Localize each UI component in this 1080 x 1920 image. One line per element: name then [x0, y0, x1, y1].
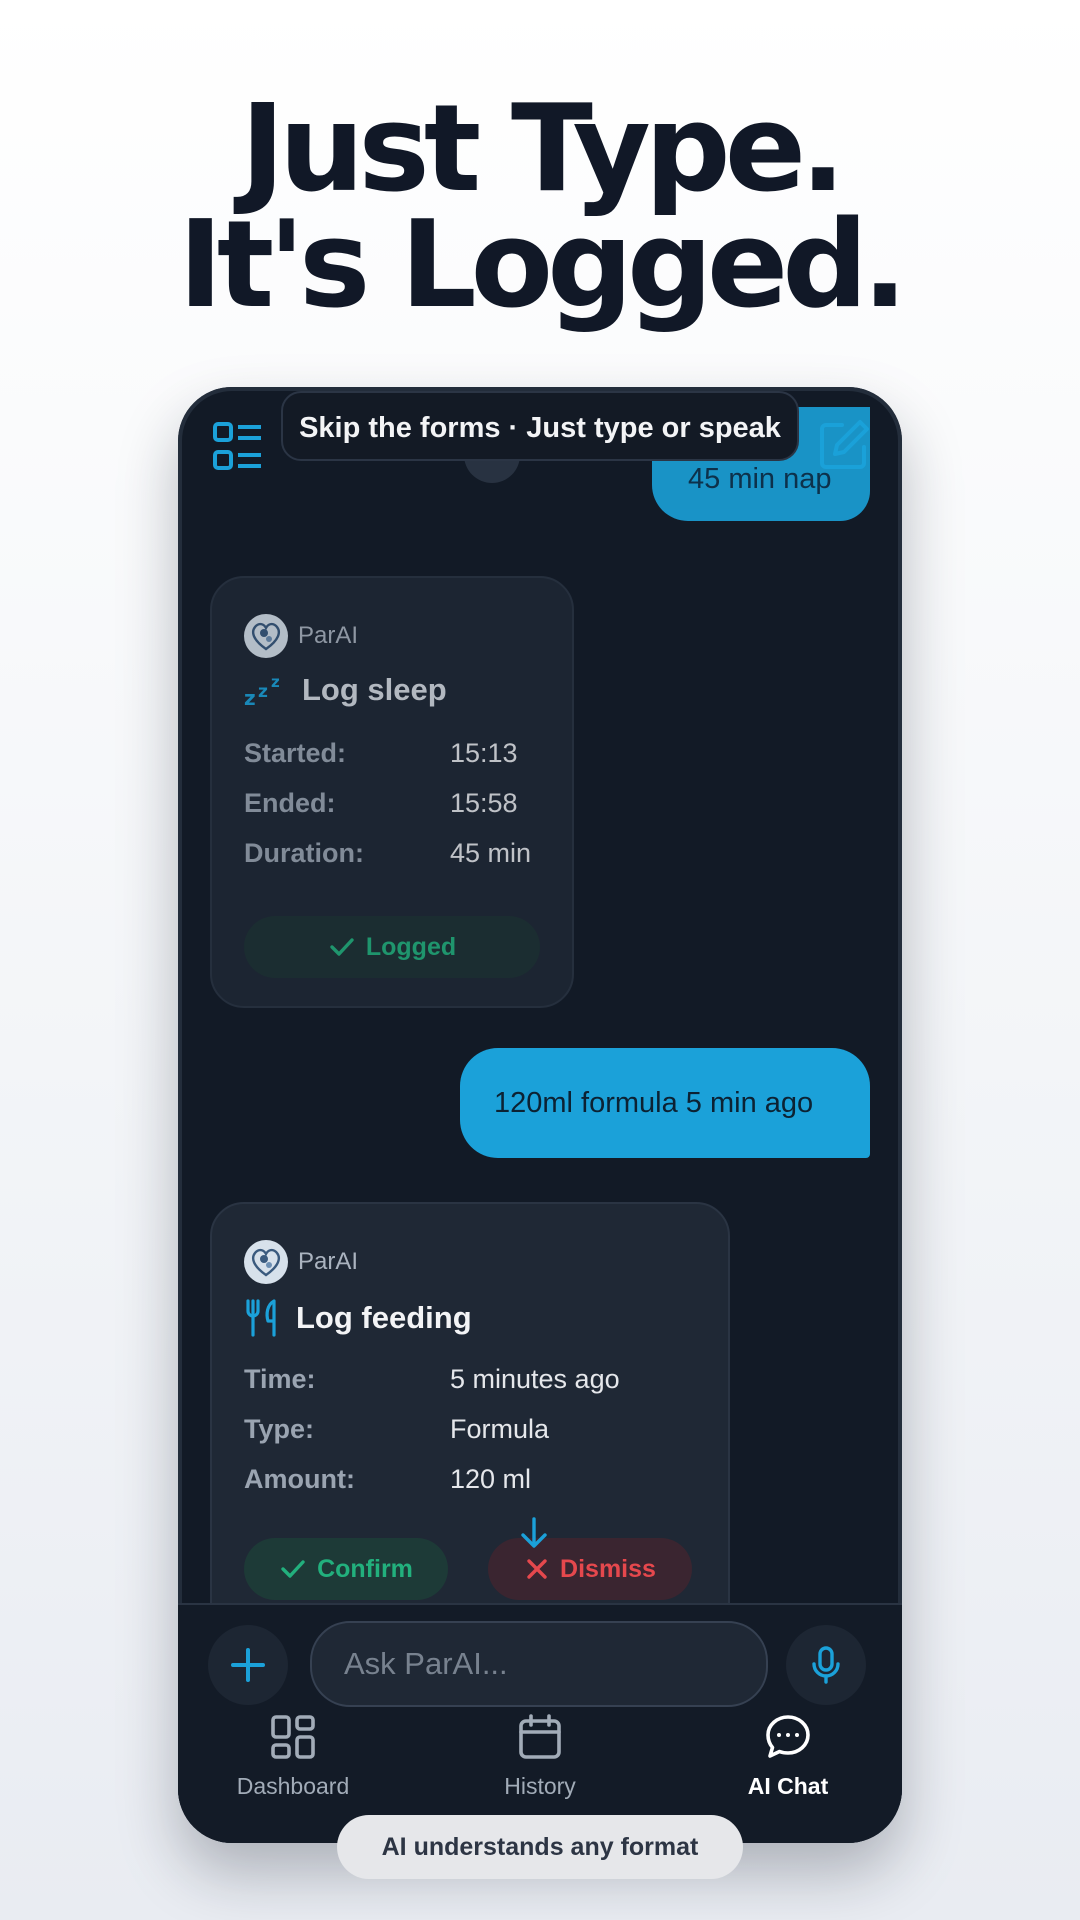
confirm-button[interactable]: Confirm — [244, 1538, 448, 1600]
detail-key: Ended: — [244, 788, 336, 818]
nav-tab-label: AI Chat — [747, 1773, 829, 1799]
nav-tab-history[interactable]: History — [440, 1713, 640, 1800]
confirm-button-label: Confirm — [317, 1554, 413, 1583]
feeding-log-card: ParAI Log feeding Time: 5 minutes ago Ty… — [210, 1202, 730, 1642]
sleep-log-card: ParAI z z z Log sleep Started: 15:13 End… — [210, 576, 574, 1008]
svg-text:z: z — [271, 673, 280, 691]
user-message-nap-text: 45 min nap — [688, 463, 832, 495]
utensils-icon — [246, 1299, 276, 1337]
detail-key: Time: — [244, 1364, 316, 1394]
check-icon — [330, 938, 354, 956]
card-brand: ParAI — [244, 1240, 358, 1284]
detail-value: 15:13 — [450, 738, 518, 768]
chat-input[interactable]: Ask ParAI... — [310, 1621, 768, 1707]
bottom-caption-pill: AI understands any format — [337, 1815, 743, 1879]
phone-frame: 45 min nap ParAI z z z Log sleep Started… — [178, 387, 902, 1843]
detail-value: 45 min — [450, 838, 532, 868]
card-brand-name: ParAI — [298, 622, 359, 649]
svg-text:z: z — [258, 682, 268, 702]
check-icon — [281, 1560, 305, 1578]
menu-button[interactable] — [212, 421, 264, 473]
parai-logo-icon — [244, 1240, 288, 1284]
composer-bar: Ask ParAI... Dashboard History AI Chat — [178, 1603, 902, 1843]
list-menu-icon — [213, 422, 261, 470]
headline: Just Type. It's Logged. — [0, 80, 1080, 335]
detail-key: Type: — [244, 1414, 315, 1444]
nav-tab-label: Dashboard — [236, 1773, 350, 1799]
calendar-icon — [519, 1714, 561, 1759]
svg-text:z: z — [244, 686, 256, 708]
parai-logo-icon — [244, 614, 288, 658]
card-title: z z z Log sleep — [244, 672, 447, 708]
voice-input-button[interactable] — [786, 1625, 866, 1705]
detail-key: Started: — [244, 738, 347, 768]
card-title-text: Log sleep — [302, 672, 447, 707]
card-brand-name: ParAI — [298, 1248, 359, 1275]
scroll-down-button[interactable] — [506, 1505, 562, 1561]
headline-line-2: It's Logged. — [178, 196, 908, 335]
chat-icon — [766, 1715, 810, 1758]
grid-icon — [271, 1715, 315, 1759]
card-title: Log feeding — [244, 1298, 472, 1338]
nav-tab-dashboard[interactable]: Dashboard — [193, 1713, 393, 1800]
detail-value: 15:58 — [450, 788, 518, 818]
detail-key: Amount: — [244, 1464, 355, 1494]
detail-key: Duration: — [244, 838, 364, 868]
zzz-icon: z z z — [244, 673, 280, 708]
detail-value: Formula — [450, 1414, 550, 1444]
detail-value: 120 ml — [450, 1464, 532, 1494]
user-message-formula-text: 120ml formula 5 min ago — [494, 1087, 814, 1119]
nav-tab-ai-chat[interactable]: AI Chat — [688, 1713, 888, 1800]
nav-tab-label: History — [504, 1773, 576, 1799]
add-attachment-button[interactable] — [208, 1625, 288, 1705]
card-brand: ParAI — [244, 614, 358, 658]
dismiss-button-label: Dismiss — [560, 1554, 656, 1583]
user-message-formula: 120ml formula 5 min ago — [460, 1048, 870, 1158]
arrow-down-icon — [521, 1517, 547, 1548]
headline-line-1: Just Type. — [240, 80, 845, 219]
plus-icon — [231, 1648, 265, 1682]
detail-value: 5 minutes ago — [450, 1364, 620, 1394]
card-title-text: Log feeding — [296, 1300, 472, 1335]
logged-status-badge: Logged — [244, 916, 540, 978]
top-caption-pill: Skip the forms · Just type or speak — [281, 391, 799, 461]
logged-status-text: Logged — [365, 932, 457, 961]
microphone-icon — [812, 1646, 840, 1684]
